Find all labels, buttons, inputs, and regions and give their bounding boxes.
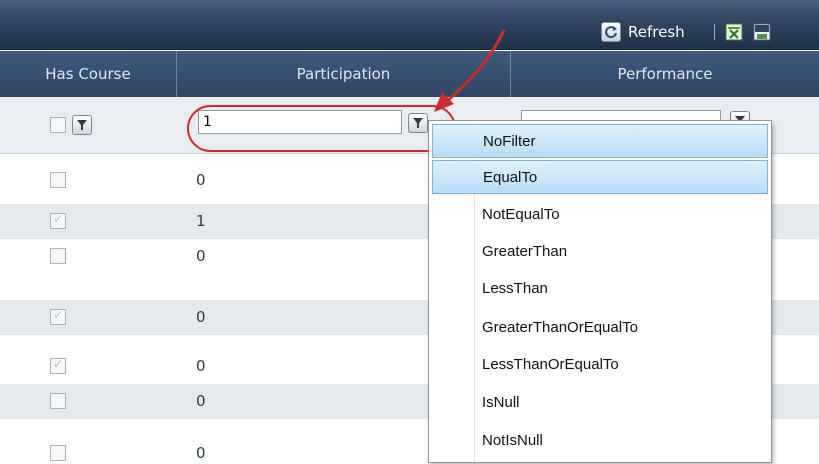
- participation-cell: 0: [196, 392, 206, 410]
- menu-item-equalto[interactable]: EqualTo: [432, 160, 768, 194]
- menu-item-notequalto[interactable]: NotEqualTo: [432, 197, 768, 231]
- menu-item-lessthan[interactable]: LessThan: [432, 271, 768, 305]
- menu-item-nofilter[interactable]: NoFilter: [432, 124, 768, 158]
- grid-toolbar: Refresh: [0, 0, 819, 50]
- has-course-filter-button[interactable]: [72, 115, 92, 135]
- refresh-button[interactable]: Refresh: [601, 21, 685, 43]
- participation-cell: 0: [196, 357, 206, 375]
- column-header-performance[interactable]: Performance: [511, 51, 819, 97]
- column-header-has-course[interactable]: Has Course: [0, 51, 177, 97]
- has-course-checkbox[interactable]: [50, 248, 66, 264]
- has-course-checkbox[interactable]: [50, 212, 66, 229]
- filter-operator-menu: NoFilter EqualTo NotEqualTo GreaterThan …: [428, 120, 772, 463]
- menu-item-notisnull[interactable]: NotIsNull: [432, 423, 768, 457]
- filter-icon: [77, 120, 87, 130]
- csv-export-icon[interactable]: [752, 22, 772, 42]
- menu-item-lessthanorequalto[interactable]: LessThanOrEqualTo: [432, 347, 768, 381]
- participation-cell: 1: [196, 212, 206, 230]
- has-course-checkbox[interactable]: [50, 445, 66, 461]
- annotation-highlight-ellipse: [187, 105, 456, 152]
- participation-cell: 0: [196, 247, 206, 265]
- toolbar-separator: [714, 24, 715, 40]
- participation-cell: 0: [196, 308, 206, 326]
- has-course-checkbox[interactable]: [50, 172, 66, 188]
- has-course-checkbox[interactable]: [50, 393, 66, 409]
- refresh-label: Refresh: [628, 23, 685, 41]
- participation-cell: 0: [196, 444, 206, 462]
- has-course-checkbox[interactable]: [50, 357, 66, 374]
- column-header-row: Has Course Participation Performance: [0, 51, 819, 97]
- excel-export-icon[interactable]: [724, 22, 744, 42]
- menu-item-greaterthan[interactable]: GreaterThan: [432, 234, 768, 268]
- has-course-checkbox[interactable]: [50, 308, 66, 325]
- participation-cell: 0: [196, 171, 206, 189]
- has-course-filter-checkbox[interactable]: [50, 117, 66, 133]
- menu-item-greaterthanorequalto[interactable]: GreaterThanOrEqualTo: [432, 310, 768, 344]
- refresh-icon: [601, 22, 621, 42]
- menu-item-isnull[interactable]: IsNull: [432, 385, 768, 419]
- annotation-arrow-icon: [434, 29, 506, 112]
